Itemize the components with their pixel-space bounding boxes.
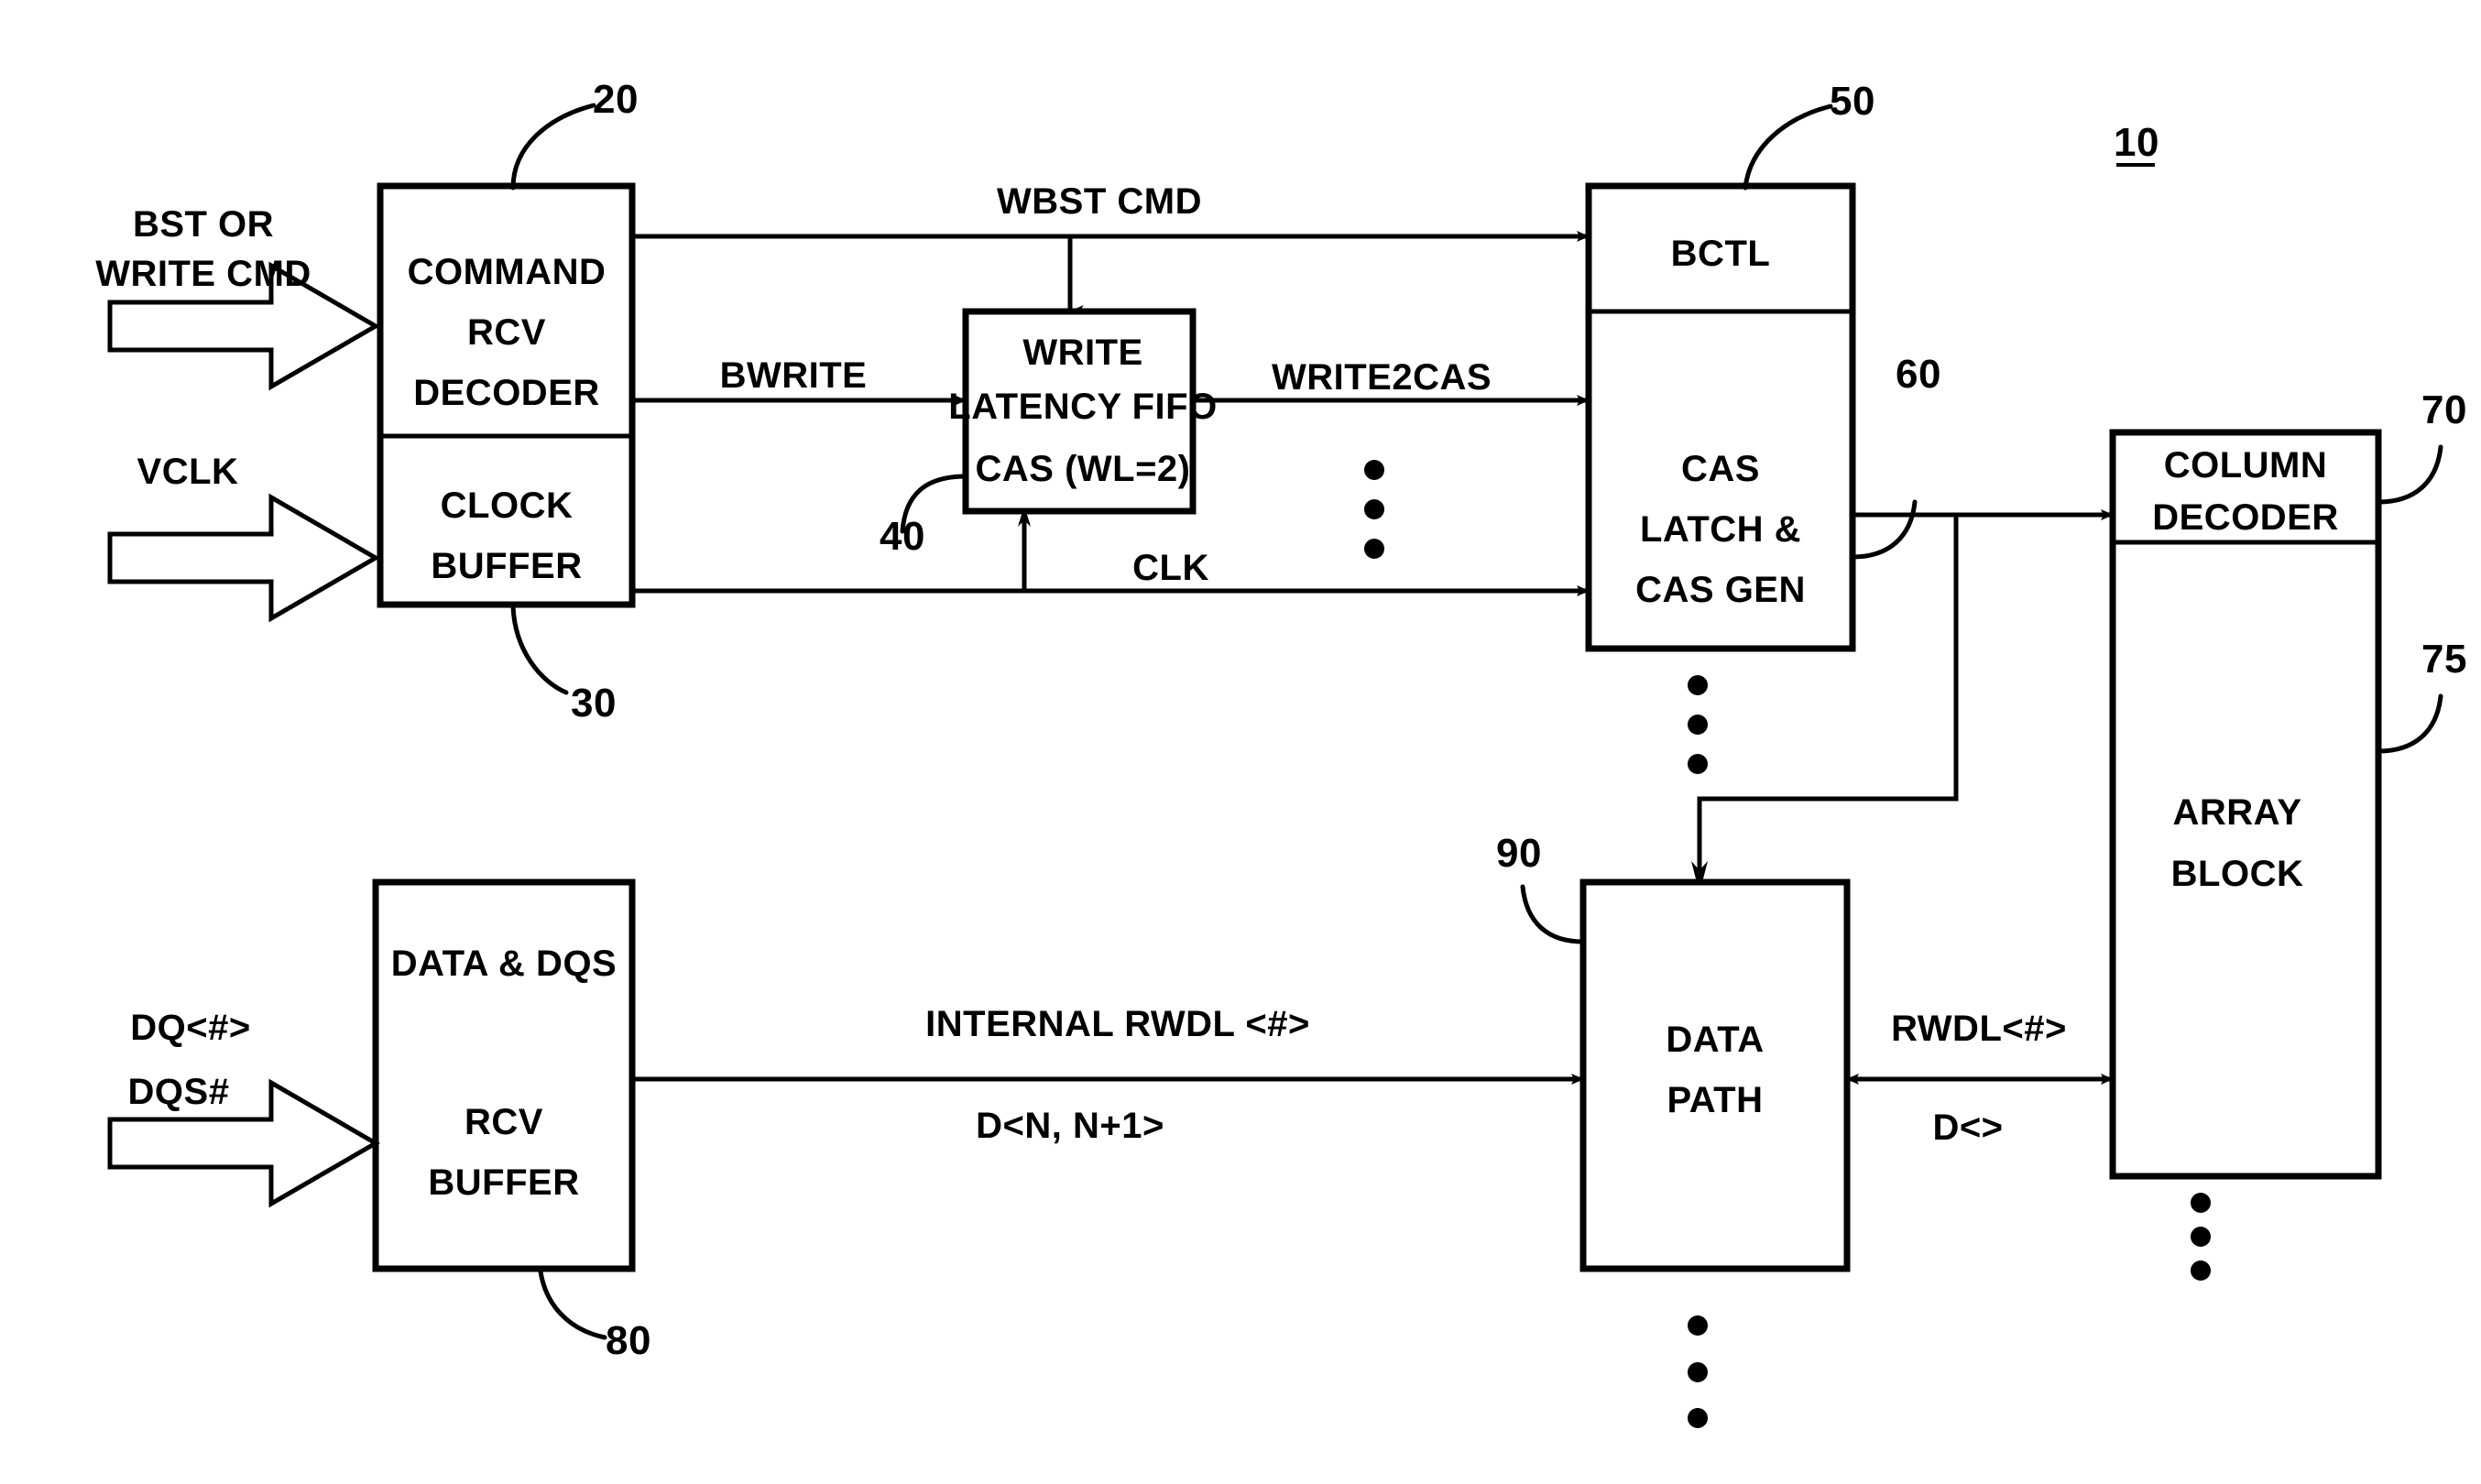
ref-number-60: 60 (1896, 352, 1941, 397)
block-label-bctl: BCTL (1671, 234, 1771, 274)
block-label-array-block-line2: BLOCK (2171, 854, 2304, 894)
ref-number-70: 70 (2421, 387, 2467, 432)
ref-number-40: 40 (880, 514, 925, 559)
signal-label-internal-rwdl: INTERNAL RWDL <#> (925, 1004, 1310, 1044)
input-label-dqs: DQS# (128, 1072, 230, 1112)
block-label-data-path-line2: PATH (1667, 1080, 1764, 1120)
block-label-command-rcv-decoder-line1: COMMAND (408, 252, 607, 292)
ellipsis-dot (1688, 754, 1708, 774)
block-label-cas-latch-line3: CAS GEN (1635, 570, 1806, 610)
ellipsis-dot (1688, 1315, 1708, 1336)
block-data-dqs-rcv-buffer[interactable] (372, 878, 636, 1272)
leader-60 (1850, 499, 1918, 560)
block-label-clock-buffer-line2: BUFFER (431, 546, 582, 586)
input-label-command-line1: BST OR (133, 204, 274, 245)
ref-number-90: 90 (1496, 831, 1542, 876)
signal-label-write2cas: WRITE2CAS (1272, 357, 1492, 398)
ellipsis-dot (1364, 460, 1384, 480)
ellipsis-dot (1688, 1408, 1708, 1428)
block-label-column-decoder-line1: COLUMN (2164, 445, 2328, 486)
block-label-data-dqs-line2: RCV (465, 1102, 543, 1142)
block-data-path[interactable] (1579, 878, 1851, 1272)
patent-figure-canvas: 10 20 30 40 50 60 70 75 80 90 BST OR WRI… (0, 0, 2481, 1484)
input-label-vclk: VCLK (137, 452, 239, 492)
signal-label-wbst-cmd: WBST CMD (997, 181, 1202, 222)
ellipsis-dot (2191, 1193, 2211, 1213)
leader-50 (1743, 104, 1833, 191)
ref-number-75: 75 (2421, 637, 2467, 682)
diagram-svg: 10 20 30 40 50 60 70 75 80 90 BST OR WRI… (95, 77, 2467, 1428)
signal-label-d-empty: D<> (1932, 1108, 2003, 1148)
leader-75 (2376, 693, 2443, 754)
ref-number-50: 50 (1830, 79, 1875, 124)
ellipsis-dot (1364, 539, 1384, 559)
block-label-data-dqs-line1: DATA & DQS (391, 944, 617, 984)
block-label-array-block-line1: ARRAY (2172, 792, 2301, 833)
block-label-data-dqs-line3: BUFFER (428, 1162, 579, 1203)
block-label-clock-buffer-line1: CLOCK (441, 486, 574, 526)
block-label-command-rcv-decoder-line3: DECODER (413, 373, 600, 413)
leader-80 (538, 1269, 607, 1340)
block-label-cas-latch-line2: LATCH & (1640, 509, 1801, 550)
ref-number-80: 80 (606, 1318, 651, 1363)
block-label-write-latency-fifo-line2: LATENCY FIFO (948, 387, 1217, 427)
block-label-cas-latch-line1: CAS (1681, 449, 1760, 489)
ellipsis-dot (2191, 1260, 2211, 1281)
ellipsis-dot (2191, 1227, 2211, 1247)
input-label-dq: DQ<#> (130, 1008, 250, 1048)
block-label-column-decoder-line2: DECODER (2152, 497, 2339, 538)
signal-label-d-n-np1: D<N, N+1> (976, 1106, 1164, 1146)
block-label-data-path-line1: DATA (1666, 1020, 1764, 1060)
block-label-command-rcv-decoder-line2: RCV (467, 312, 546, 353)
input-arrow-vclk (107, 493, 380, 623)
signal-label-bwrite: BWRITE (720, 355, 868, 396)
leader-90 (1520, 884, 1586, 944)
ellipsis-dot (1364, 499, 1384, 519)
signal-label-rwdl: RWDL<#> (1891, 1009, 2067, 1049)
ellipsis-dot (1688, 675, 1708, 695)
ellipsis-dot (1688, 715, 1708, 735)
figure-id-label: 10 (2114, 120, 2159, 165)
ellipsis-dot (1688, 1362, 1708, 1382)
ref-number-20: 20 (593, 77, 639, 122)
signal-label-clk: CLK (1132, 548, 1209, 588)
leader-20 (510, 103, 596, 191)
leader-70 (2376, 444, 2443, 505)
input-label-command-line2: WRITE CMD (95, 254, 311, 294)
leader-30 (510, 604, 569, 695)
ref-number-30: 30 (571, 681, 617, 726)
block-label-write-latency-fifo-line3: CAS (WL=2) (976, 449, 1191, 489)
block-label-write-latency-fifo-line1: WRITE (1022, 333, 1142, 373)
